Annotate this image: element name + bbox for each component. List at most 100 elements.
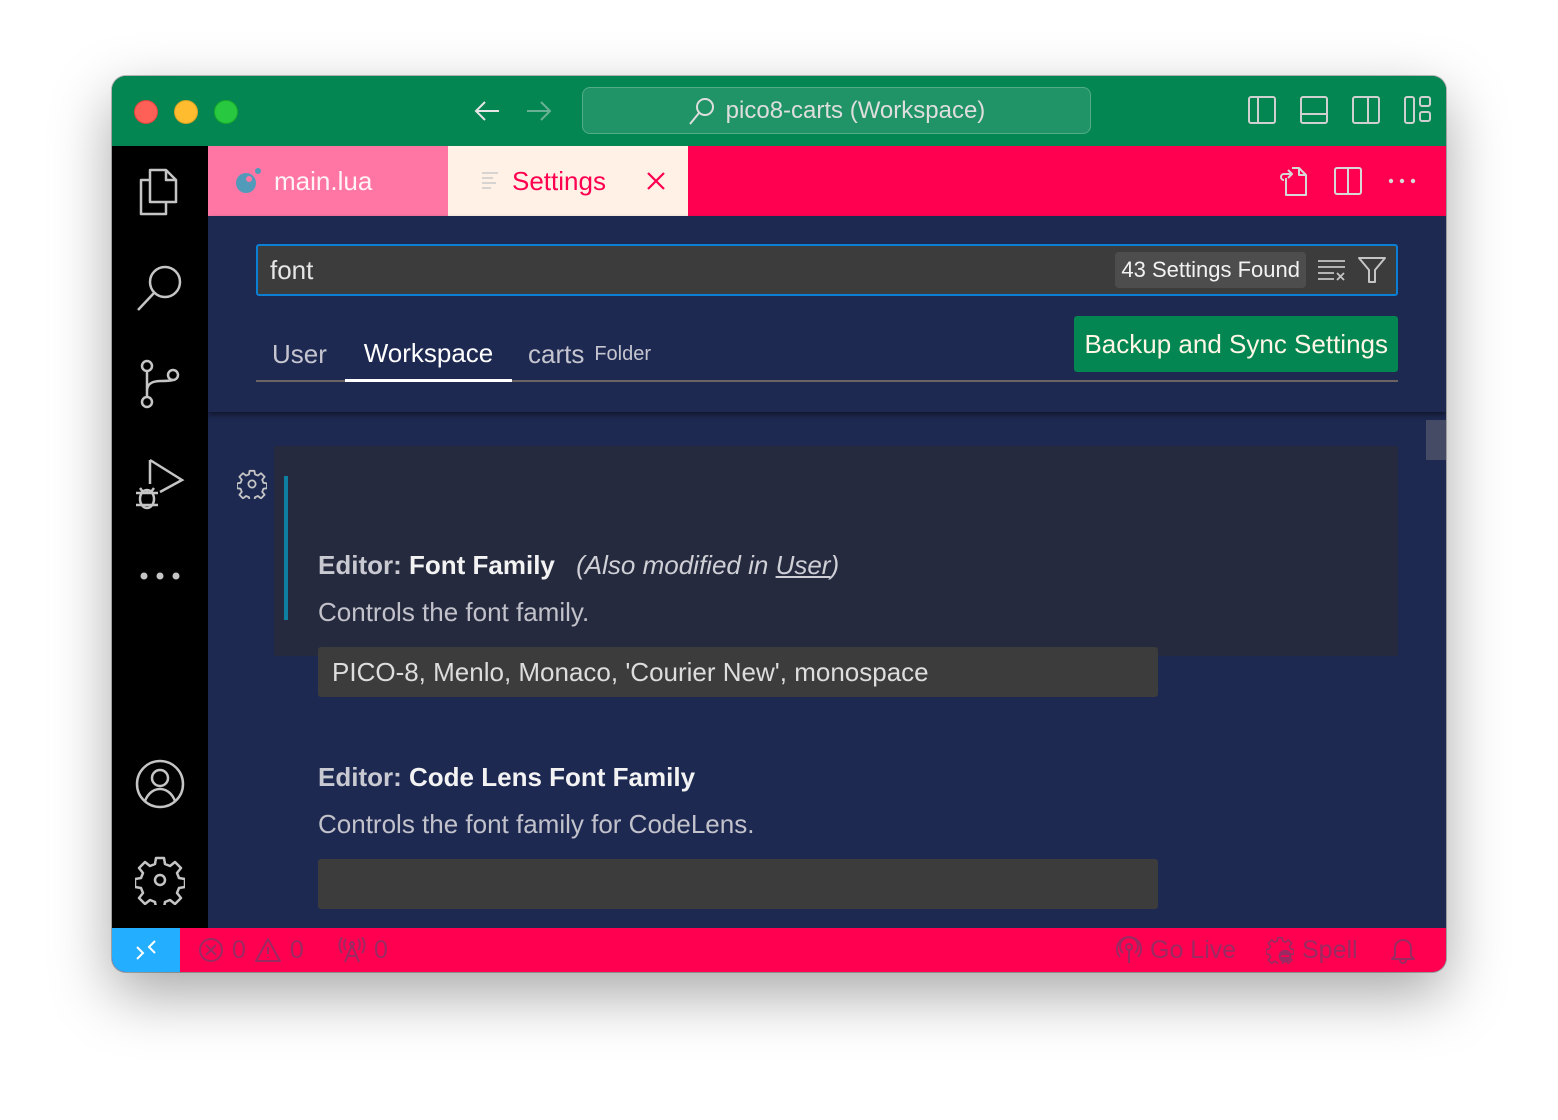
run-debug-icon [136, 458, 185, 510]
customize-layout-button[interactable] [1402, 94, 1434, 126]
ports-count: 0 [374, 935, 388, 964]
gear-disabled-icon [1266, 936, 1294, 964]
broadcast-icon [338, 937, 366, 963]
folder-tab-label: carts [528, 338, 585, 369]
go-live-button[interactable]: Go Live [1116, 928, 1236, 972]
also-modified-note: (Also modified in User) [576, 550, 839, 580]
split-editor-button[interactable] [1332, 165, 1364, 197]
status-bar: 0 0 0 Go Live Spell [112, 928, 1446, 972]
setting-description: Controls the font family for CodeLens. [318, 809, 755, 839]
code-lens-font-family-input[interactable] [318, 859, 1158, 909]
explorer-button[interactable] [132, 164, 188, 220]
go-back-button[interactable] [470, 94, 504, 128]
tab-label: main.lua [274, 165, 373, 196]
layout-sidebar-right-icon [1352, 96, 1380, 124]
backup-and-sync-button[interactable]: Backup and Sync Settings [1074, 316, 1398, 372]
go-live-label: Go Live [1150, 935, 1237, 964]
remote-indicator-button[interactable] [112, 928, 180, 972]
setting-name: Code Lens Font Family [409, 762, 696, 792]
setting-title-font-family: Editor: Font Family (Also modified in Us… [318, 550, 839, 581]
settings-file-icon [482, 172, 498, 189]
results-count-badge: 43 Settings Found [1115, 252, 1306, 288]
source-control-button[interactable] [132, 356, 188, 412]
settings-header: 43 Settings Found User Workspace carts F… [208, 216, 1446, 412]
run-and-debug-button[interactable] [132, 456, 188, 512]
notifications-button[interactable] [1390, 928, 1416, 972]
errors-count: 0 [232, 935, 246, 964]
tab-user[interactable]: User [272, 328, 327, 380]
remote-icon [136, 940, 156, 960]
toggle-primary-sidebar-button[interactable] [1246, 94, 1278, 126]
spell-label: Spell [1302, 935, 1358, 964]
tab-settings[interactable]: Settings [448, 146, 688, 216]
toggle-panel-button[interactable] [1298, 94, 1330, 126]
search-icon [137, 265, 182, 311]
bell-icon [1391, 939, 1415, 964]
minimize-window-button[interactable] [174, 100, 198, 124]
tab-main-lua[interactable]: main.lua [208, 146, 448, 216]
layout-sidebar-left-icon [1248, 96, 1276, 124]
warning-icon [254, 938, 281, 962]
close-tab-button[interactable] [644, 169, 668, 193]
layout-customize-icon [1404, 96, 1431, 124]
modified-indicator [284, 476, 288, 620]
zoom-window-button[interactable] [214, 100, 238, 124]
more-actions-button[interactable] [1386, 165, 1418, 197]
manage-button[interactable] [132, 852, 188, 908]
settings-search-box: 43 Settings Found [256, 244, 1398, 296]
close-window-button[interactable] [134, 100, 158, 124]
arrow-right-icon [527, 101, 552, 121]
command-center[interactable]: pico8-carts (Workspace) [582, 87, 1091, 134]
warnings-count: 0 [289, 935, 304, 964]
clear-filter-icon [1318, 260, 1345, 281]
close-icon [647, 172, 665, 190]
source-control-icon [140, 359, 180, 409]
also-modified-user-link[interactable]: User [776, 550, 831, 580]
filter-settings-button[interactable] [1356, 255, 1388, 285]
tab-workspace[interactable]: Workspace [345, 328, 512, 382]
files-icon [139, 168, 178, 216]
settings-search-input[interactable] [270, 246, 1090, 294]
filter-icon [1358, 257, 1386, 283]
split-editor-icon [1334, 167, 1362, 195]
setting-actions-button[interactable] [236, 468, 268, 500]
open-settings-json-button[interactable] [1278, 165, 1310, 197]
title-bar: pico8-carts (Workspace) [112, 76, 1446, 146]
accounts-button[interactable] [132, 756, 188, 812]
tab-folder[interactable]: carts Folder [528, 328, 651, 380]
broadcast-icon [1116, 936, 1142, 963]
account-icon [135, 759, 185, 809]
setting-category: Editor: [318, 550, 409, 580]
folder-tab-sublabel: Folder [594, 342, 652, 365]
also-modified-suffix: ) [830, 550, 840, 580]
gear-icon [135, 856, 185, 905]
scrollbar-thumb[interactable] [1426, 420, 1446, 460]
font-family-input[interactable] [318, 647, 1158, 697]
go-to-file-icon [1280, 167, 1307, 196]
lua-file-icon [236, 168, 261, 193]
setting-category: Editor: [318, 762, 409, 792]
go-forward-button[interactable] [522, 94, 556, 128]
more-horizontal-icon [1388, 178, 1416, 184]
error-icon [199, 938, 223, 962]
search-icon [688, 97, 714, 125]
activity-bar [112, 146, 208, 928]
command-center-label: pico8-carts (Workspace) [725, 96, 986, 124]
also-modified-prefix: (Also modified in [576, 550, 776, 580]
setting-name: Font Family [409, 550, 555, 580]
settings-list: Editor: Font Family (Also modified in Us… [208, 412, 1446, 928]
arrow-left-icon [474, 101, 499, 121]
setting-description: Controls the font family. [318, 597, 590, 627]
ports-button[interactable]: 0 [338, 928, 388, 972]
toggle-secondary-sidebar-button[interactable] [1350, 94, 1382, 126]
clear-search-button[interactable] [1316, 255, 1348, 285]
setting-title-code-lens-font-family: Editor: Code Lens Font Family [318, 762, 695, 793]
editor-tab-bar: main.lua Settings [208, 146, 1446, 216]
problems-button[interactable]: 0 0 [198, 928, 304, 972]
gear-icon [237, 469, 267, 499]
search-view-button[interactable] [132, 260, 188, 316]
more-views-button[interactable] [132, 548, 188, 604]
vscode-window: pico8-carts (Workspace) main.lua Setting… [112, 76, 1446, 972]
tab-label: Settings [512, 165, 606, 196]
spell-check-button[interactable]: Spell [1266, 928, 1358, 972]
